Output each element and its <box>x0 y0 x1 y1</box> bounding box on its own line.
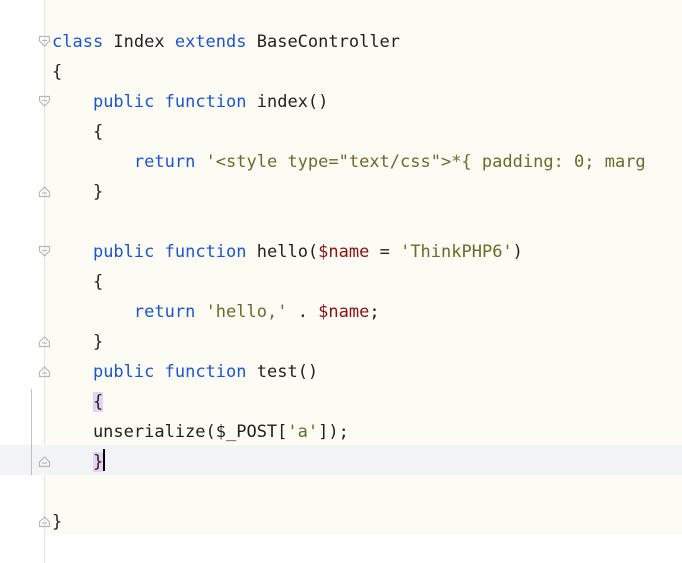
code-line[interactable]: { <box>52 57 646 87</box>
code-token: } <box>52 512 63 532</box>
code-line[interactable]: { <box>52 117 646 147</box>
fold-collapse-icon[interactable] <box>38 95 51 108</box>
code-line[interactable]: } <box>52 177 646 207</box>
code-token: { <box>52 272 104 292</box>
fold-collapse-icon[interactable] <box>38 35 51 48</box>
code-token: test() <box>246 362 319 382</box>
code-token: ]); <box>318 422 349 442</box>
code-variable: $name <box>318 242 370 262</box>
editor-gutter <box>0 0 44 563</box>
matched-brace: } <box>92 452 104 472</box>
code-keyword: function <box>164 362 247 382</box>
code-keyword: public <box>92 92 155 112</box>
gutter-border <box>44 0 45 563</box>
code-line[interactable]: class Index extends BaseController <box>52 27 646 57</box>
code-line[interactable]: public function index() <box>52 87 646 117</box>
code-string: 'ThinkPHP6' <box>400 242 513 262</box>
code-token: { <box>52 62 63 82</box>
code-keyword: public <box>92 242 155 262</box>
code-token: } <box>52 182 104 202</box>
code-token: = <box>369 242 401 262</box>
code-line[interactable]: return '<style type="text/css">*{ paddin… <box>52 147 646 177</box>
code-line[interactable]: unserialize($_POST['a']); <box>52 417 646 447</box>
code-editor[interactable]: class Index extends BaseController { publ… <box>0 0 682 563</box>
code-token: Index <box>103 32 175 52</box>
code-keyword: return <box>133 152 196 172</box>
code-keyword: return <box>133 302 196 322</box>
indent-guide <box>31 389 32 475</box>
code-token: BaseController <box>246 32 401 52</box>
fold-end-icon[interactable] <box>38 335 51 348</box>
code-variable: $name <box>318 302 370 322</box>
code-line[interactable]: public function test() <box>52 357 646 387</box>
code-line[interactable]: return 'hello,' . $name; <box>52 297 646 327</box>
code-line[interactable]: } <box>52 507 646 537</box>
text-caret <box>103 449 106 471</box>
code-token: ; <box>369 302 380 322</box>
fold-end-icon[interactable] <box>38 455 51 468</box>
code-keyword: extends <box>174 32 247 52</box>
code-token: } <box>52 332 104 352</box>
fold-end-icon[interactable] <box>38 185 51 198</box>
code-token: hello( <box>246 242 319 262</box>
code-keyword: class <box>52 32 104 52</box>
code-keyword: public <box>92 362 155 382</box>
matched-brace: { <box>92 392 104 412</box>
code-line[interactable]: } <box>52 327 646 357</box>
code-string: '<style type="text/css">*{ padding: 0; m… <box>205 152 646 172</box>
code-string: 'a' <box>287 422 319 442</box>
code-line[interactable] <box>52 477 646 507</box>
code-token: { <box>52 122 104 142</box>
fold-end-icon[interactable] <box>38 365 51 378</box>
editor-bottom-area <box>45 535 682 563</box>
code-line[interactable]: { <box>52 267 646 297</box>
code-token: . <box>287 302 319 322</box>
fold-collapse-icon[interactable] <box>38 245 51 258</box>
code-keyword: function <box>164 242 247 262</box>
code-token: ) <box>512 242 523 262</box>
code-keyword: function <box>164 92 247 112</box>
code-line[interactable]: { <box>52 387 646 417</box>
code-line[interactable] <box>52 207 646 237</box>
code-line[interactable]: } <box>52 447 646 477</box>
code-string: 'hello,' <box>205 302 288 322</box>
code-line[interactable]: public function hello($name = 'ThinkPHP6… <box>52 237 646 267</box>
code-token: unserialize($_POST[ <box>52 422 288 442</box>
code-text[interactable]: class Index extends BaseController { publ… <box>52 27 646 537</box>
code-token: index() <box>246 92 329 112</box>
fold-end-icon[interactable] <box>38 515 51 528</box>
